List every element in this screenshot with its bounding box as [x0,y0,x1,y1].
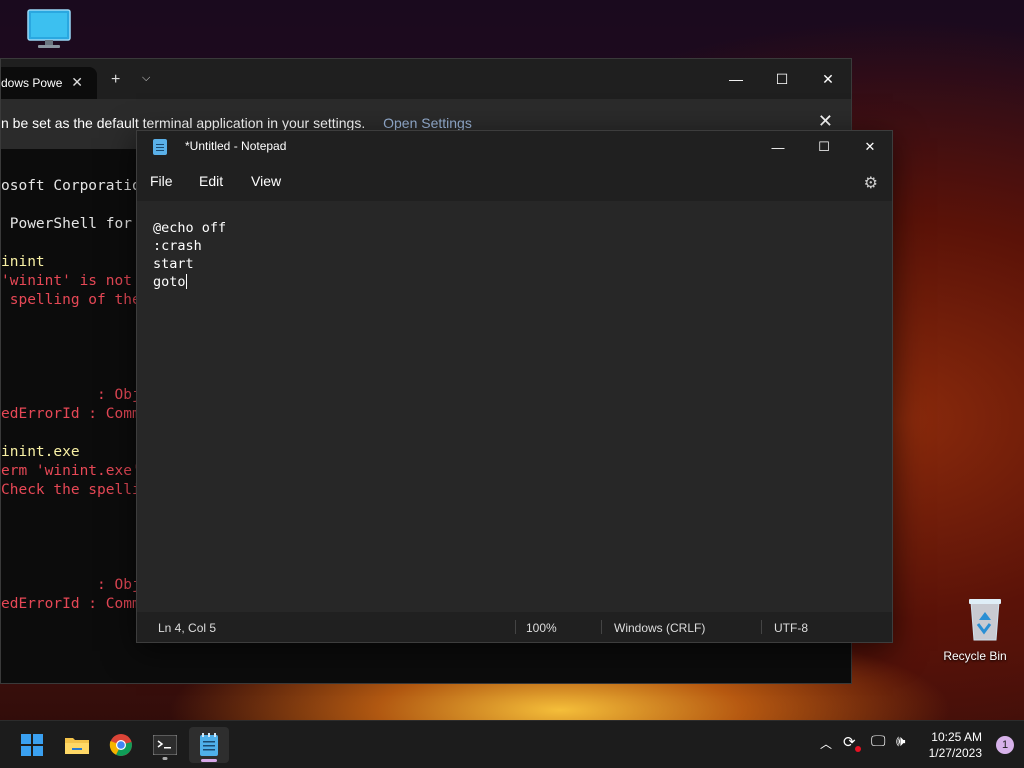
notepad-window[interactable]: *Untitled - Notepad — ☐ ✕ File Edit View… [136,130,893,643]
recycle-bin-label: Recycle Bin [943,649,1007,663]
new-tab-icon[interactable]: + [111,71,120,89]
status-divider [761,620,762,634]
terminal-line: edErrorId : Comm [1,406,141,422]
status-encoding: UTF-8 [774,621,808,635]
taskbar-chrome[interactable] [101,727,141,763]
clock[interactable]: 10:25 AM 1/27/2023 [929,729,982,761]
notepad-icon [200,733,218,756]
terminal-line: edErrorId : Comm [1,596,141,612]
status-divider [515,620,516,634]
text-line: goto [153,273,876,291]
notepad-maximize-button[interactable]: ☐ [801,131,847,163]
terminal-tab[interactable]: dows Powe ✕ [1,67,97,99]
windows-logo-icon [21,734,43,756]
gear-icon[interactable]: ⚙ [864,173,878,193]
terminal-line: spelling of the [1,292,141,308]
clock-date: 1/27/2023 [928,746,982,760]
terminal-tab-title: dows Powe [1,76,63,90]
terminal-line: : Obje [1,387,150,403]
taskbar-notepad[interactable] [189,727,229,763]
terminal-titlebar[interactable]: dows Powe ✕ + ⌵ — ☐ ✕ [1,59,851,99]
text-line: :crash [153,238,202,254]
terminal-line: inint [1,254,45,270]
status-zoom: 100% [526,621,557,635]
notepad-icon [153,139,167,155]
terminal-line: Check the spelli [1,482,141,498]
terminal-close-button[interactable]: ✕ [805,59,851,99]
sync-error-badge [855,746,861,752]
start-button[interactable] [12,727,52,763]
notepad-close-button[interactable]: ✕ [847,131,893,163]
taskbar-terminal[interactable] [145,727,185,763]
terminal-line: 'winint' is not [1,273,132,289]
notepad-minimize-button[interactable]: — [755,131,801,163]
chrome-icon [109,734,132,756]
status-position: Ln 4, Col 5 [158,621,217,635]
terminal-line: inint.exe [1,444,80,460]
terminal-icon [153,735,177,755]
status-divider [601,620,602,634]
taskbar: ︿ ⟳ 🖵 🕪 10:25 AM 1/27/2023 1 [0,720,1024,768]
clock-time: 10:25 AM [931,730,982,744]
chevron-up-icon[interactable]: ︿ [820,735,832,752]
terminal-line: erm 'winint.exe' [1,463,141,479]
monitor-icon [26,9,71,48]
chevron-down-icon[interactable]: ⌵ [142,72,150,85]
text-cursor [185,274,187,289]
notepad-menubar: File Edit View ⚙ [137,163,892,201]
text-line: @echo off [153,220,227,236]
infobar-close-icon[interactable]: ✕ [818,111,833,132]
status-line-ending: Windows (CRLF) [614,621,706,635]
recycle-bin-icon [969,599,1001,641]
volume-icon[interactable]: 🕪 [896,733,905,750]
notepad-titlebar[interactable]: *Untitled - Notepad — ☐ ✕ [137,131,892,163]
terminal-minimize-button[interactable]: — [713,59,759,99]
terminal-line: osoft Corporatio [1,178,141,194]
desktop-icon-this-pc[interactable] [0,8,80,55]
notepad-text-area[interactable]: @echo off :crash start goto [137,201,892,612]
terminal-line: : Obje [1,577,150,593]
text-line: start [153,256,194,272]
notepad-statusbar: Ln 4, Col 5 100% Windows (CRLF) UTF-8 [137,612,892,642]
open-settings-link[interactable]: Open Settings [383,115,472,131]
sync-icon[interactable]: ⟳ [843,733,856,751]
running-indicator [162,757,168,760]
taskbar-file-explorer[interactable] [57,727,97,763]
terminal-line: PowerShell for [1,216,132,232]
network-icon[interactable]: 🖵 [871,733,885,750]
infobar-text: n be set as the default terminal applica… [1,115,366,131]
folder-icon [65,738,89,754]
notepad-title: *Untitled - Notepad [185,139,287,153]
active-indicator [201,759,217,762]
menu-view[interactable]: View [251,173,281,189]
menu-file[interactable]: File [150,173,173,189]
notification-badge[interactable]: 1 [996,736,1014,754]
desktop-icon-recycle-bin[interactable]: Recycle Bin [935,596,1015,663]
tab-close-icon[interactable]: ✕ [71,74,83,91]
text-line-content: goto [153,274,186,290]
terminal-maximize-button[interactable]: ☐ [759,59,805,99]
menu-edit[interactable]: Edit [199,173,223,189]
